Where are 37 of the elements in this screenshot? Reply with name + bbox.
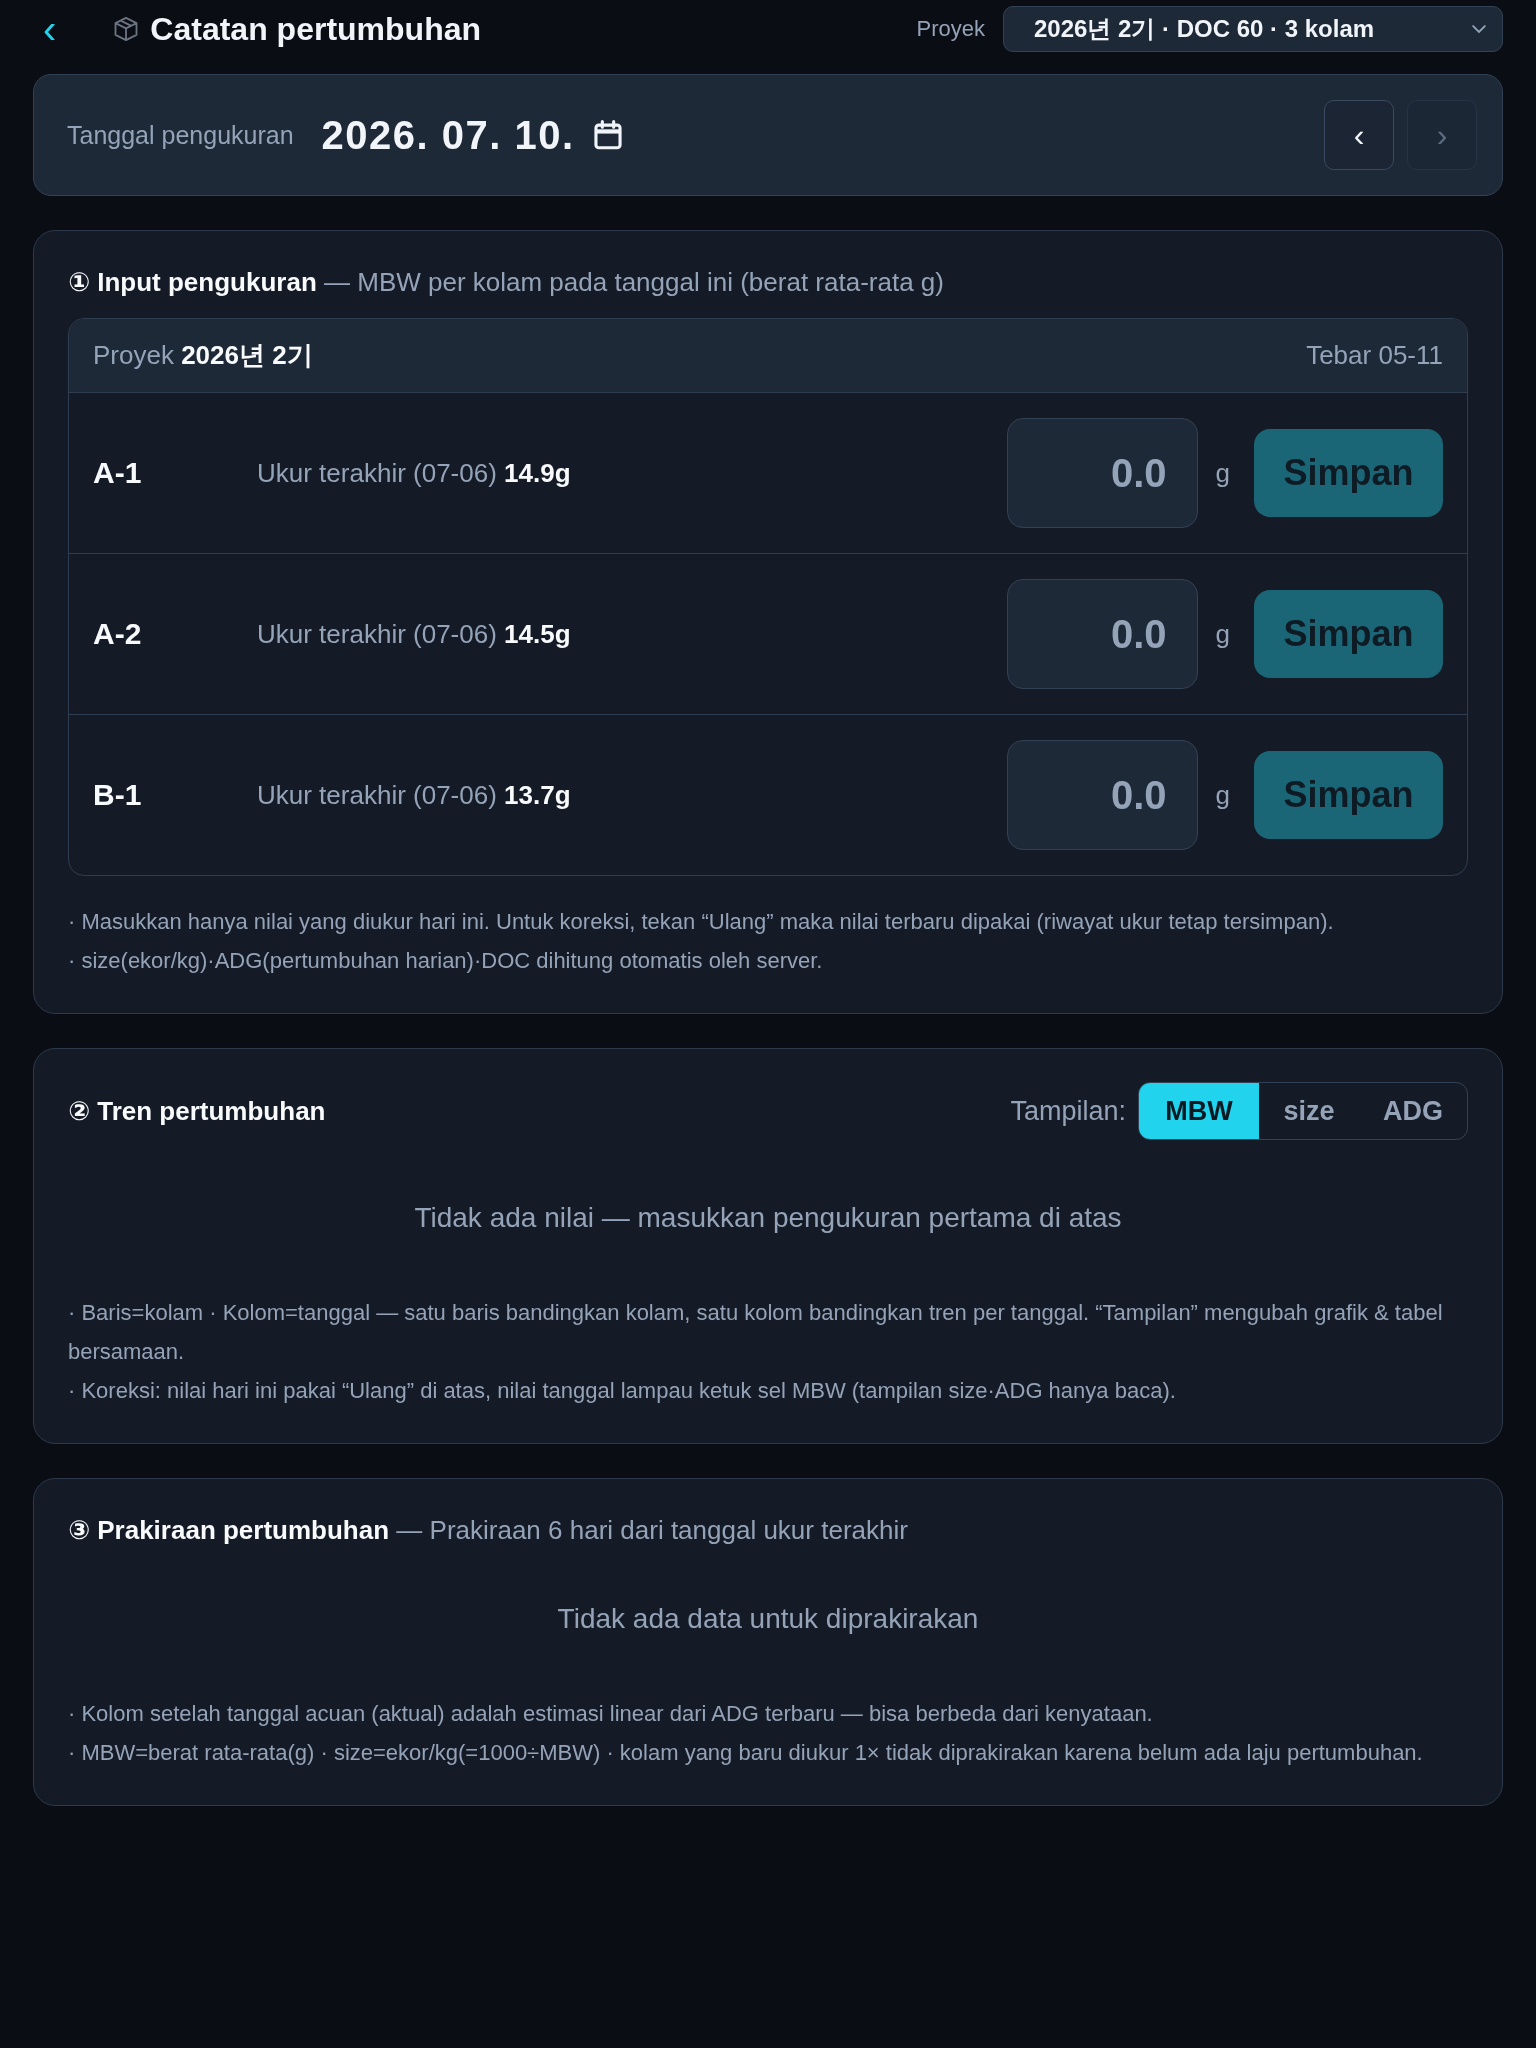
last-measurement: Ukur terakhir (07-06) 14.5g bbox=[257, 618, 571, 650]
project-dropdown[interactable]: 2026년 2기 · DOC 60 · 3 kolam bbox=[1003, 6, 1503, 52]
view-tab[interactable]: ADG bbox=[1359, 1083, 1467, 1139]
previous-button[interactable]: ‹ bbox=[1324, 100, 1394, 170]
note-text: · Kolom setelah tanggal acuan (aktual) adalah estimasi linear dari ADG terbaru — bisa berbeda dari kenyataan. bbox=[68, 1700, 1154, 1728]
section-title: ③ Prakiraan pertumbuhan — Prakiraan 6 hari dari tanggal ukur terakhir bbox=[68, 1514, 909, 1547]
note-text: · Masukkan hanya nilai yang diukur hari ini. Untuk koreksi, tekan “Ulang” maka nilai terbaru dipakai (riwayat ukur tetap tersimpan). bbox=[68, 908, 1335, 936]
pond-name: A-1 bbox=[93, 456, 143, 490]
unit-label: g bbox=[1215, 618, 1230, 650]
view-label: Tampilan: bbox=[1010, 1095, 1126, 1127]
date-picker[interactable]: 2026. 07. 10. bbox=[321, 112, 625, 158]
view-tab[interactable]: MBW bbox=[1139, 1083, 1259, 1139]
weight-input[interactable]: 0.0 bbox=[1006, 418, 1198, 528]
section-title: ① Input pengukuran — MBW per kolam pada tanggal ini (berat rata-rata g) bbox=[68, 266, 945, 299]
note-text: · MBW=berat rata-rata(g) · size=ekor/kg(=1000÷MBW) · kolam yang baru diukur 1× tidak diprakirakan karena belum ada laju pertumbuhan. bbox=[68, 1739, 1424, 1767]
pond-name: A-2 bbox=[93, 617, 143, 651]
empty-message: Tidak ada nilai — masukkan pengukuran pertama di atas bbox=[413, 1201, 1123, 1235]
note-text: · Koreksi: nilai hari ini pakai “Ulang” di atas, nilai tanggal lampau ketuk sel MBW (tampilan size·ADG hanya baca). bbox=[68, 1377, 1177, 1405]
unit-label: g bbox=[1215, 457, 1230, 489]
last-measurement: Ukur terakhir (07-06) 14.9g bbox=[257, 457, 571, 489]
pond-name: B-1 bbox=[93, 778, 143, 812]
weight-input[interactable]: 0.0 bbox=[1006, 579, 1198, 689]
view-tab[interactable]: size bbox=[1259, 1083, 1359, 1139]
last-measurement: Ukur terakhir (07-06) 13.7g bbox=[257, 779, 571, 811]
chevron-down-icon bbox=[1472, 24, 1486, 34]
note-text: · Baris=kolam · Kolom=tanggal — satu baris bandingkan kolam, satu kolom bandingkan tren per tanggal. “Tampilan” mengubah grafik & tabel bersamaan. bbox=[68, 1299, 1444, 1366]
date-label: Tanggal pengukuran bbox=[67, 120, 294, 150]
project-name: Proyek 2026년 2기 bbox=[93, 339, 313, 372]
page-title: Catatan pertumbuhan bbox=[150, 10, 481, 48]
unit-label: g bbox=[1215, 779, 1230, 811]
project-label: Proyek bbox=[916, 16, 985, 42]
stocking-date: Tebar 05-11 bbox=[1306, 340, 1443, 371]
section-title: ② Tren pertumbuhan bbox=[68, 1095, 326, 1128]
back-button[interactable]: ‹ bbox=[37, 9, 63, 49]
empty-message: Tidak ada data untuk diprakirakan bbox=[556, 1602, 980, 1636]
weight-input[interactable]: 0.0 bbox=[1006, 740, 1198, 850]
note-text: · size(ekor/kg)·ADG(pertumbuhan harian)·DOC dihitung otomatis oleh server. bbox=[68, 947, 824, 975]
